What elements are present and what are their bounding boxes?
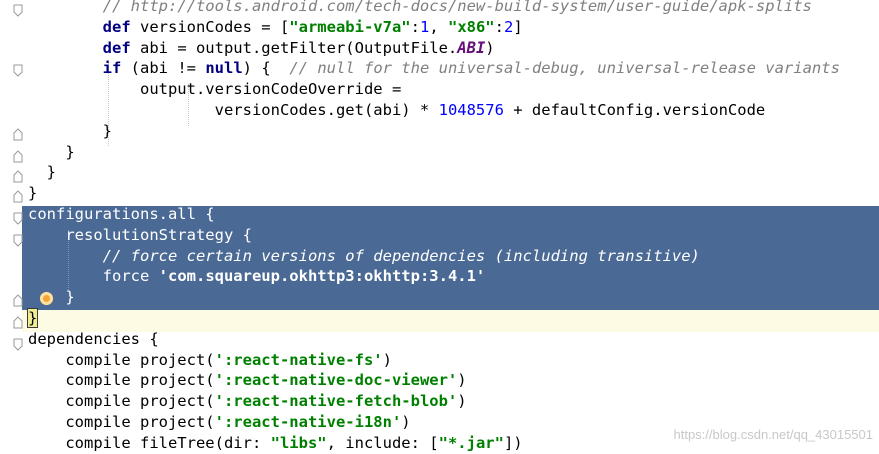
code-token: // null for the universal-debug, univers… — [289, 59, 840, 78]
code-token: ':react-native-i18n' — [214, 413, 402, 431]
code-line[interactable]: output.versionCodeOverride = — [28, 79, 401, 100]
code-token: dependencies { — [28, 329, 159, 348]
code-line[interactable]: // force certain versions of dependencie… — [28, 246, 700, 267]
code-token: 1 — [419, 17, 430, 36]
fold-marker-icon[interactable] — [13, 150, 23, 163]
code-token: "libs" — [270, 433, 327, 452]
code-token: 2 — [504, 17, 514, 36]
fold-marker-icon[interactable] — [13, 64, 23, 77]
code-line[interactable]: resolutionStrategy { — [28, 225, 252, 246]
fold-marker-icon[interactable] — [13, 170, 23, 183]
code-token: } — [28, 121, 112, 140]
fold-marker-icon[interactable] — [13, 190, 23, 203]
code-token: ] — [513, 17, 523, 36]
code-line[interactable]: compile project(':react-native-fetch-blo… — [28, 391, 467, 412]
code-token: + defaultConfig.versionCode — [503, 101, 766, 119]
fold-marker-icon[interactable] — [13, 4, 23, 17]
code-line[interactable]: if (abi != null) { // null for the unive… — [28, 58, 840, 79]
code-line[interactable]: } — [28, 121, 112, 142]
code-token: "armeabi-v7a" — [289, 17, 411, 36]
code-line[interactable]: compile fileTree(dir: "libs", include: [… — [28, 433, 523, 454]
code-token: "x86" — [447, 17, 495, 36]
code-token: : — [494, 17, 504, 36]
code-token: compile project( — [28, 350, 215, 369]
code-token: } — [28, 163, 56, 182]
code-token: compile project( — [28, 371, 215, 390]
code-token: // http://tools.android.com/tech-docs/ne… — [102, 0, 812, 15]
code-token: (abi != — [121, 59, 206, 78]
code-token: } — [28, 184, 38, 203]
code-token: ) — [457, 392, 467, 411]
code-line[interactable]: // http://tools.android.com/tech-docs/ne… — [28, 0, 812, 17]
code-token: abi = output.getFilter(OutputFile. — [130, 38, 458, 57]
code-token: ':react-native-fetch-blob' — [214, 392, 458, 411]
code-token: if — [102, 59, 122, 78]
code-token: 1048576 — [438, 101, 504, 119]
code-token: "*.jar" — [438, 433, 504, 452]
code-line[interactable]: compile project(':react-native-doc-viewe… — [28, 370, 467, 391]
code-token: } — [28, 142, 75, 161]
code-token: ':react-native-fs' — [214, 350, 383, 369]
code-token: null — [205, 59, 243, 78]
code-token: compile project( — [28, 413, 215, 431]
fold-marker-icon[interactable] — [13, 128, 23, 141]
code-token: , — [429, 17, 448, 36]
code-line[interactable]: } — [28, 142, 75, 163]
code-token: ) — [401, 413, 411, 431]
watermark: https://blog.csdn.net/qq_43015501 — [673, 427, 874, 442]
code-line[interactable]: def versionCodes = ["armeabi-v7a":1, "x8… — [28, 17, 523, 38]
code-token: versionCodes = [ — [130, 17, 290, 36]
code-token: configurations.all { — [28, 205, 215, 223]
code-line[interactable]: force 'com.squareup.okhttp3:okhttp:3.4.1… — [28, 266, 486, 287]
code-token: versionCodes.get(abi) * — [28, 101, 439, 119]
fold-marker-icon[interactable] — [13, 338, 23, 351]
code-token: 'com.squareup.okhttp3:okhttp:3.4.1' — [158, 267, 486, 286]
code-token: : — [410, 17, 420, 36]
code-line[interactable]: compile project(':react-native-fs') — [28, 350, 392, 371]
code-token: ':react-native-doc-viewer' — [214, 371, 458, 390]
code-token: } — [28, 288, 75, 307]
code-line[interactable]: } — [28, 162, 56, 183]
code-line[interactable]: configurations.all { — [28, 204, 215, 225]
code-token: ) — [485, 38, 495, 57]
code-token: output.versionCodeOverride = — [28, 80, 402, 99]
code-token: compile fileTree(dir: — [28, 433, 271, 452]
code-line[interactable]: dependencies { — [28, 329, 159, 350]
code-token: def — [102, 17, 131, 36]
fold-marker-icon[interactable] — [13, 212, 23, 225]
code-token: ) — [382, 350, 392, 369]
code-token: force — [28, 267, 159, 286]
code-line[interactable]: } — [26, 308, 39, 329]
code-token: } — [26, 308, 39, 328]
code-token: def — [102, 38, 131, 57]
code-line[interactable]: } — [28, 183, 37, 204]
code-token: ) — [457, 371, 467, 390]
code-line[interactable]: versionCodes.get(abi) * 1048576 + defaul… — [28, 100, 766, 121]
code-token: ]) — [503, 433, 523, 452]
code-line[interactable]: compile project(':react-native-i18n') — [28, 412, 411, 433]
code-token: compile project( — [28, 392, 215, 411]
code-token: // force certain versions of dependencie… — [102, 246, 700, 265]
fold-marker-icon[interactable] — [13, 316, 23, 329]
code-token: , include: [ — [326, 433, 439, 452]
code-line[interactable]: def abi = output.getFilter(OutputFile.AB… — [28, 38, 495, 59]
code-token: ) { — [242, 59, 290, 78]
code-token: resolutionStrategy { — [28, 225, 252, 244]
fold-marker-icon[interactable] — [13, 234, 23, 247]
code-token: ABI — [457, 38, 486, 57]
code-line[interactable]: } — [28, 287, 75, 308]
fold-marker-icon[interactable] — [13, 294, 23, 307]
